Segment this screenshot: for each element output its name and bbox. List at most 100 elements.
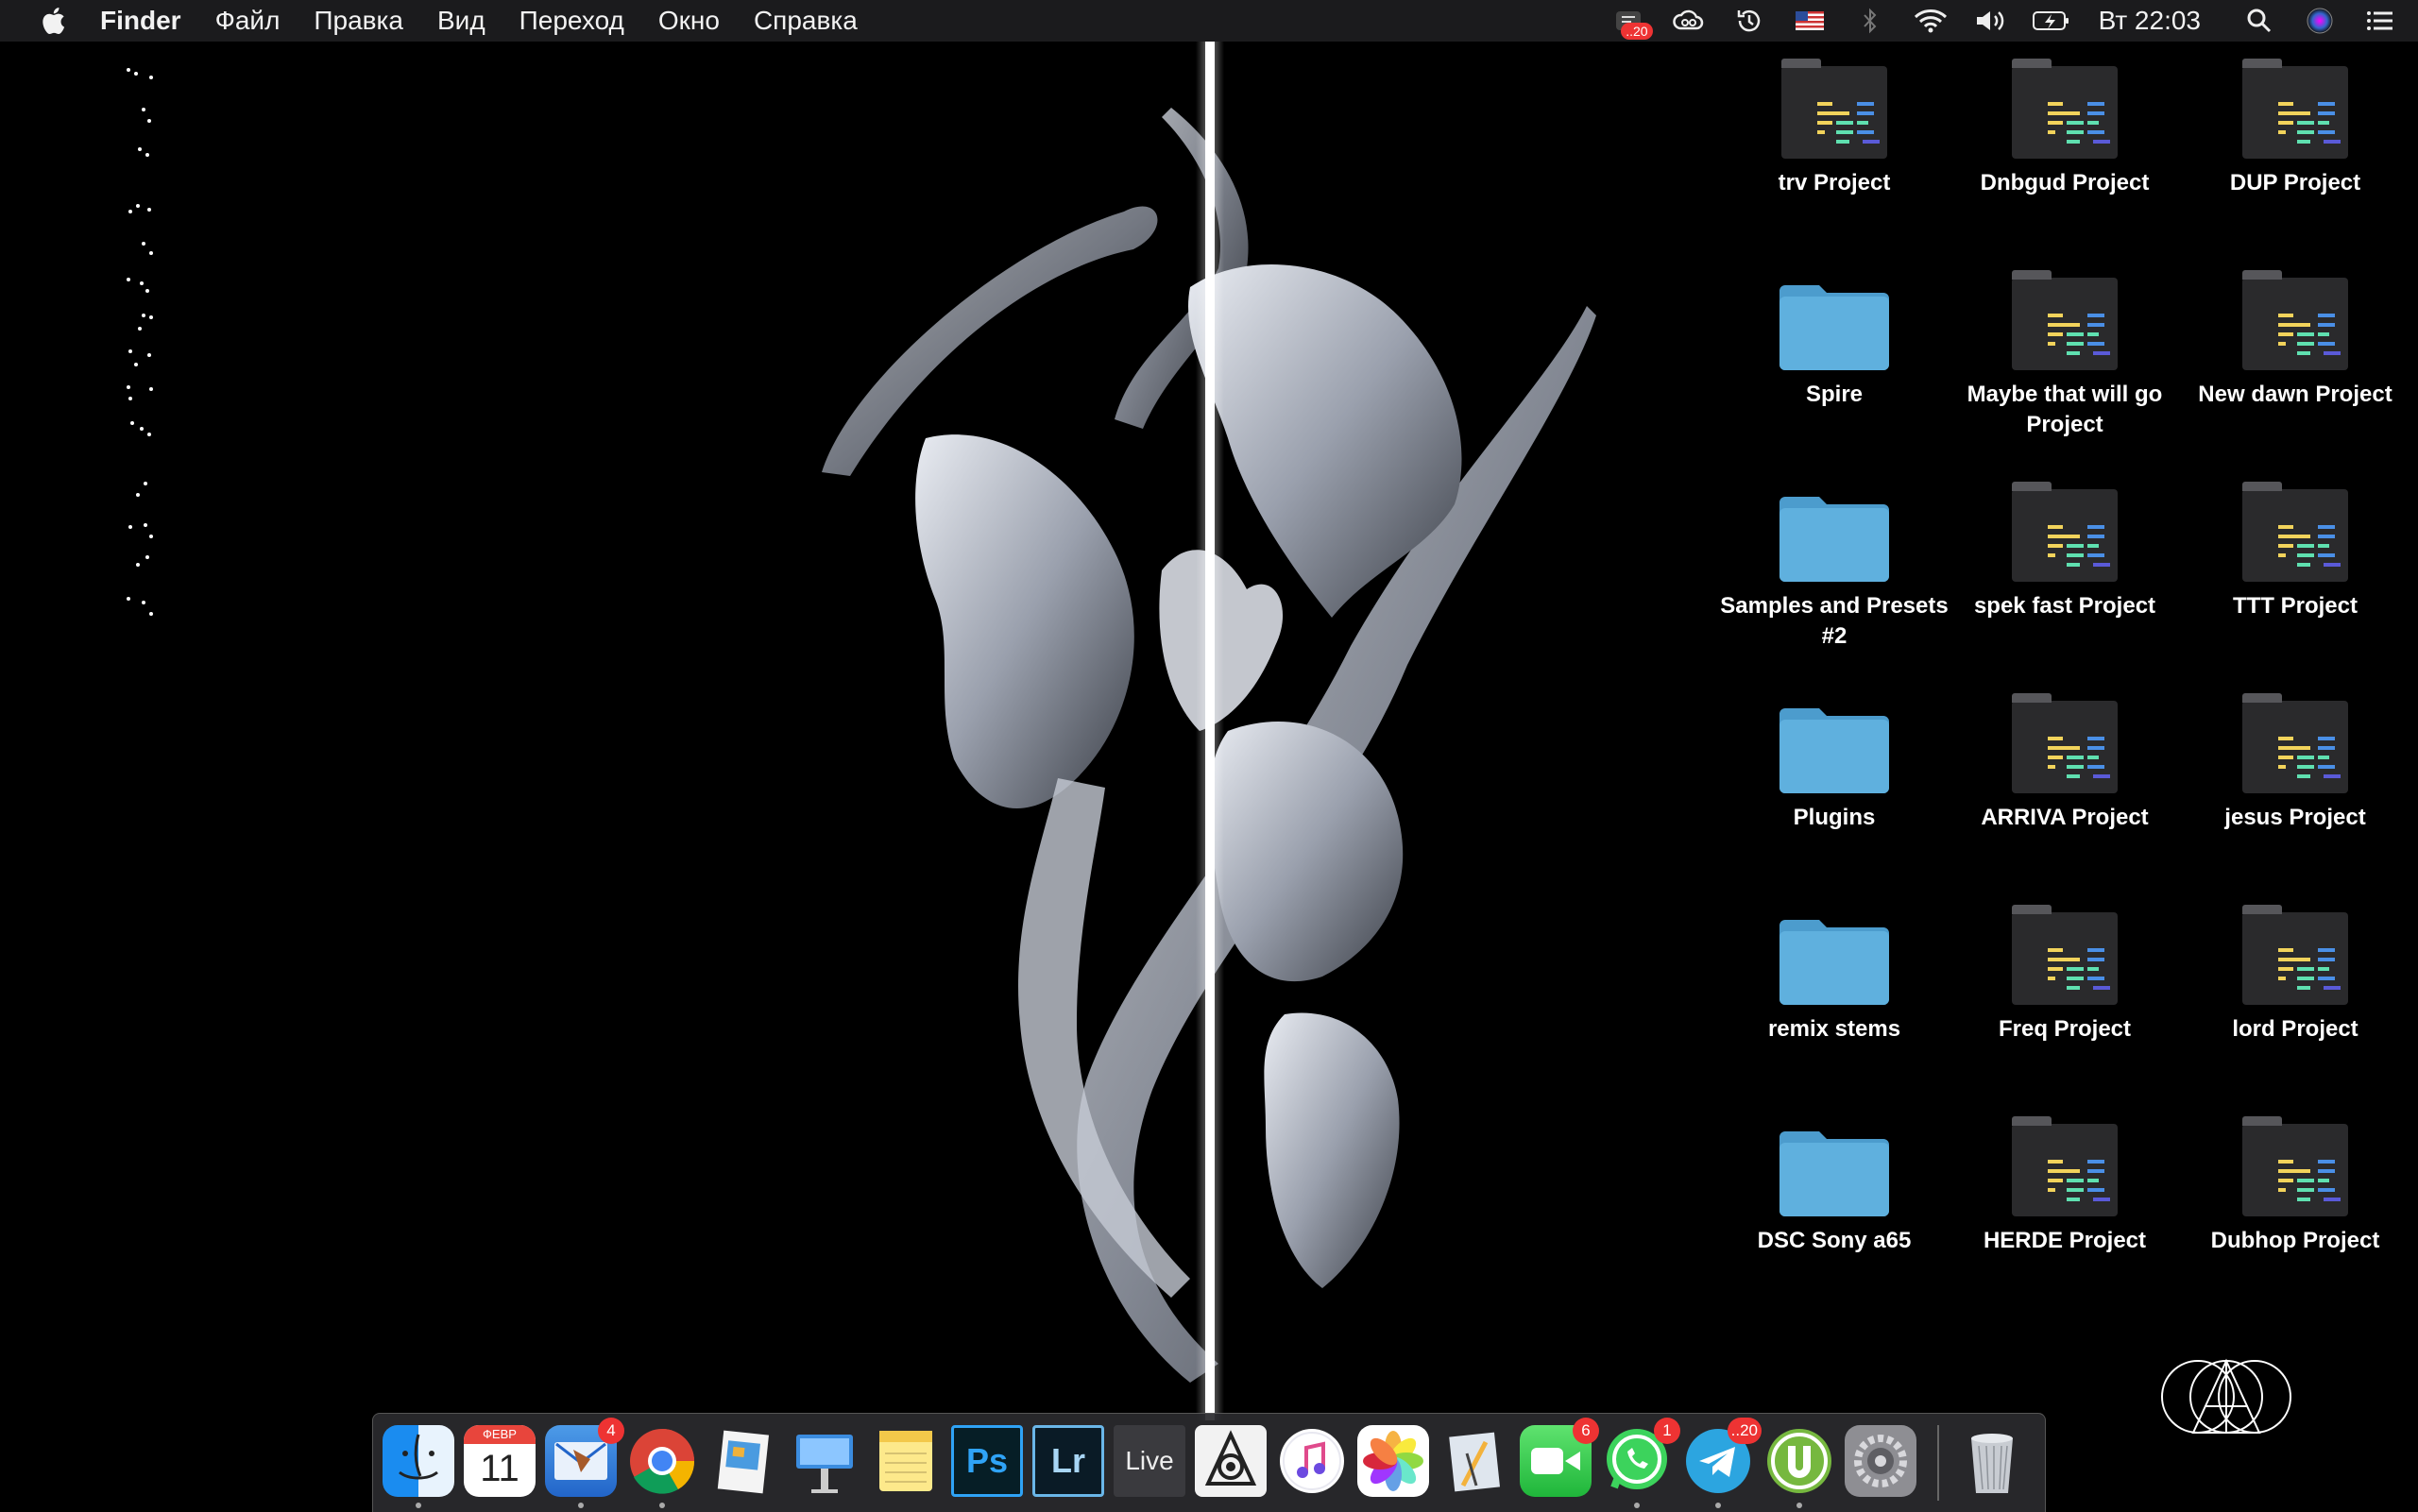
ableton-project-icon [2239,268,2352,372]
dock-chrome[interactable] [626,1425,698,1508]
ableton-project-icon [2008,268,2121,372]
folder-icon [1778,268,1891,372]
menu-go[interactable]: Переход [519,6,624,36]
desktop-project-folder[interactable]: DUP Project [2180,57,2410,198]
dock-facetime[interactable]: 6 [1520,1418,1599,1497]
bluetooth-icon[interactable] [1851,6,1889,36]
desktop-project-folder[interactable]: Maybe that will go Project [1950,268,2180,440]
desktop-project-folder[interactable]: Dubhop Project [2180,1114,2410,1256]
ableton-project-icon [2239,691,2352,795]
time-machine-icon[interactable] [1730,6,1768,36]
desktop-project-folder[interactable]: jesus Project [2180,691,2410,833]
dock-calendar[interactable]: ФЕВР 11 [464,1425,536,1497]
list-icon[interactable] [2361,6,2399,36]
desktop-item-label: New dawn Project [2198,382,2392,407]
search-icon[interactable] [2240,6,2278,36]
desktop-item-label: remix stems [1767,1016,1901,1042]
dock-photoshop[interactable]: Ps [951,1425,1023,1497]
decorative-logo-icon [2155,1345,2297,1449]
ableton-project-icon [2008,903,2121,1007]
telegram-badge: ..20 [1727,1418,1762,1444]
dock-finder[interactable] [383,1425,454,1508]
dock-notes[interactable] [870,1425,942,1497]
notification-icon[interactable]: ..20 [1609,6,1653,40]
dock: ФЕВР 11 4 Ps Lr Live 6 1 ..20 [372,1413,2046,1512]
desktop-folder[interactable]: Spire [1719,268,1950,410]
dock-music[interactable] [1276,1425,1348,1497]
desktop-item-label: DSC Sony a65 [1757,1228,1912,1253]
dock-whatsapp[interactable]: 1 [1601,1418,1680,1508]
desktop-folder[interactable]: DSC Sony a65 [1719,1114,1950,1256]
desktop-project-folder[interactable]: Freq Project [1950,903,2180,1045]
facetime-badge: 6 [1573,1418,1599,1444]
dock-utorrent[interactable] [1763,1425,1835,1508]
steam-icon [1195,1425,1267,1497]
menubar-clock[interactable]: Вт 22:03 [2099,6,2201,36]
desktop-folder[interactable]: Samples and Presets #2 [1719,480,1950,652]
desktop-project-folder[interactable]: lord Project [2180,903,2410,1045]
chrome-icon [626,1425,698,1497]
whatsapp-badge: 1 [1654,1418,1680,1444]
calendar-month: ФЕВР [464,1425,536,1444]
dock-telegram[interactable]: ..20 [1682,1418,1762,1508]
dock-lightroom[interactable]: Lr [1032,1425,1104,1497]
lightroom-icon: Lr [1032,1425,1104,1497]
photos-icon [1357,1425,1429,1497]
gear-icon [1845,1425,1916,1497]
desktop-item-label: HERDE Project [1983,1228,2147,1253]
app-menu-finder[interactable]: Finder [100,6,181,36]
apple-menu-icon[interactable] [40,6,66,36]
dock-preview[interactable] [707,1425,779,1497]
ableton-project-icon [2008,480,2121,584]
desktop-item-label: Spire [1805,382,1864,407]
creative-cloud-icon[interactable] [1670,6,1708,36]
dock-system-preferences[interactable] [1845,1425,1916,1497]
desktop-project-folder[interactable]: New dawn Project [2180,268,2410,410]
menu-file[interactable]: Файл [215,6,281,36]
desktop-project-folder[interactable]: HERDE Project [1950,1114,2180,1256]
utorrent-icon [1763,1425,1835,1497]
desktop-folder[interactable]: Plugins [1719,691,1950,833]
ableton-project-icon [2008,691,2121,795]
dock-ableton-live[interactable]: Live [1114,1425,1185,1497]
mail-badge: 4 [598,1418,624,1444]
menu-view[interactable]: Вид [437,6,485,36]
ableton-project-icon [2239,1114,2352,1218]
live-icon: Live [1114,1425,1185,1497]
wifi-icon[interactable] [1912,6,1950,36]
menu-window[interactable]: Окно [658,6,720,36]
desktop-item-label: trv Project [1778,170,1891,195]
desktop-project-folder[interactable]: spek fast Project [1950,480,2180,621]
photoshop-label: Ps [965,1441,1009,1480]
desktop-item-label: DUP Project [2229,170,2361,195]
dock-separator [1937,1425,1939,1501]
ableton-project-icon [2239,903,2352,1007]
dots-decoration [121,66,168,633]
desktop-item-label: Dubhop Project [2210,1228,2380,1253]
calendar-day: 11 [480,1448,519,1489]
ableton-project-icon [2239,480,2352,584]
battery-icon[interactable] [2032,6,2070,36]
desktop-project-folder[interactable]: ARRIVA Project [1950,691,2180,833]
menu-help[interactable]: Справка [754,6,858,36]
dock-photos[interactable] [1357,1425,1429,1497]
lightroom-label: Lr [1051,1441,1085,1480]
dock-keynote[interactable] [789,1425,860,1497]
us-flag-icon[interactable] [1791,6,1829,36]
music-icon [1276,1425,1348,1497]
folder-icon [1778,691,1891,795]
ableton-project-icon [2008,1114,2121,1218]
siri-icon[interactable] [2301,6,2339,36]
dock-drawing-app[interactable] [1439,1425,1510,1497]
dock-steam[interactable] [1195,1425,1267,1497]
menu-edit[interactable]: Правка [314,6,403,36]
dock-mail[interactable]: 4 [545,1418,624,1508]
desktop-project-folder[interactable]: TTT Project [2180,480,2410,621]
desktop-project-folder[interactable]: trv Project [1719,57,1950,198]
folder-icon [1778,903,1891,1007]
desktop-folder[interactable]: remix stems [1719,903,1950,1045]
desktop-item-label: Dnbgud Project [1980,170,2150,195]
desktop-project-folder[interactable]: Dnbgud Project [1950,57,2180,198]
volume-icon[interactable] [1972,6,2010,36]
dock-trash[interactable] [1956,1425,2028,1497]
